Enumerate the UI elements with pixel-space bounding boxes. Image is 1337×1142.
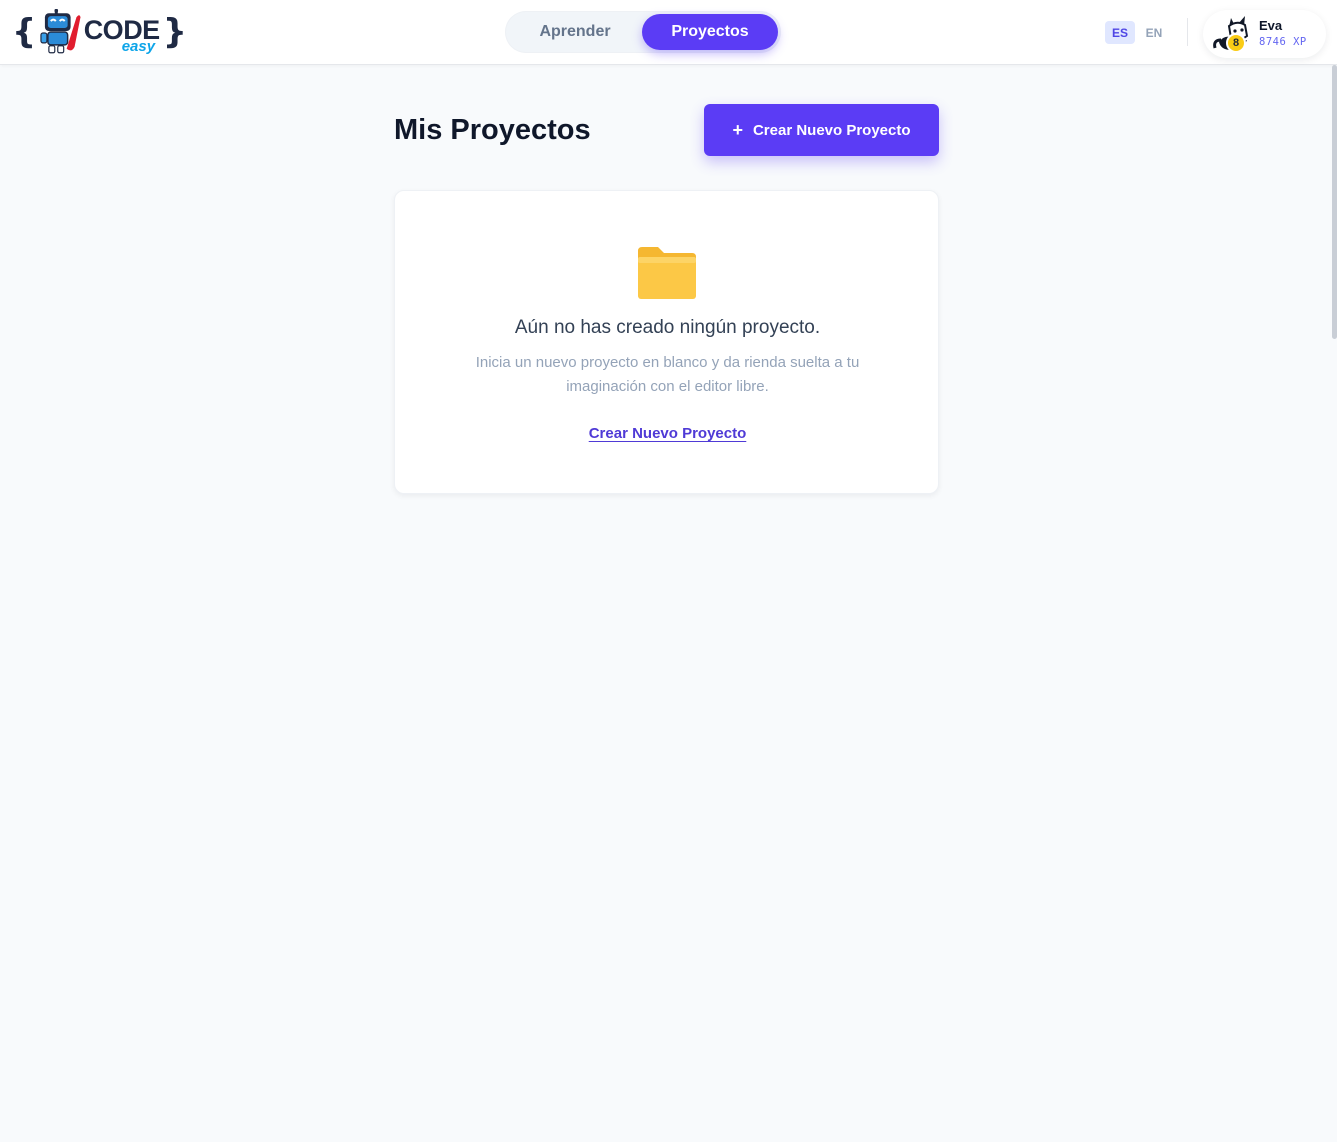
user-name: Eva: [1259, 18, 1283, 33]
create-project-link[interactable]: Crear Nuevo Proyecto: [395, 425, 940, 442]
user-xp: 8746 XP: [1259, 36, 1307, 48]
page-title: Mis Proyectos: [394, 114, 591, 146]
logo-wordmark: CODE easy: [84, 9, 163, 55]
tab-aprender[interactable]: Aprender: [508, 14, 642, 50]
brand-logo[interactable]: { CODE easy }: [12, 8, 187, 56]
logo-text-easy: easy: [121, 38, 156, 55]
top-navigation-bar: { CODE easy } Aprender Proyectos ES EN 8…: [0, 0, 1337, 65]
avatar: 8: [1211, 12, 1255, 56]
scrollbar-thumb[interactable]: [1332, 65, 1337, 339]
language-es-button[interactable]: ES: [1105, 21, 1135, 44]
user-profile-chip[interactable]: 8 Eva 8746 XP: [1203, 10, 1326, 58]
user-info: Eva 8746 XP: [1259, 18, 1307, 50]
plus-icon: +: [732, 120, 743, 140]
language-en-button[interactable]: EN: [1139, 21, 1169, 44]
logo-brace-open: {: [12, 12, 37, 52]
create-project-button[interactable]: + Crear Nuevo Proyecto: [704, 104, 939, 156]
empty-state-title: Aún no has creado ningún proyecto.: [514, 317, 821, 338]
main-nav-toggle: Aprender Proyectos: [505, 11, 781, 53]
empty-state-card: Aún no has creado ningún proyecto. Inici…: [394, 190, 939, 494]
logo-brace-close: }: [162, 12, 187, 52]
level-badge: 8: [1226, 33, 1246, 53]
folder-icon: [638, 247, 696, 299]
language-switcher: ES EN: [1105, 21, 1169, 44]
header-divider: [1187, 18, 1188, 46]
robot-mascot-icon: [40, 9, 81, 54]
tab-proyectos[interactable]: Proyectos: [642, 14, 778, 50]
empty-state-description: Inicia un nuevo proyecto en blanco y da …: [475, 354, 860, 395]
create-project-button-label: Crear Nuevo Proyecto: [752, 121, 911, 139]
